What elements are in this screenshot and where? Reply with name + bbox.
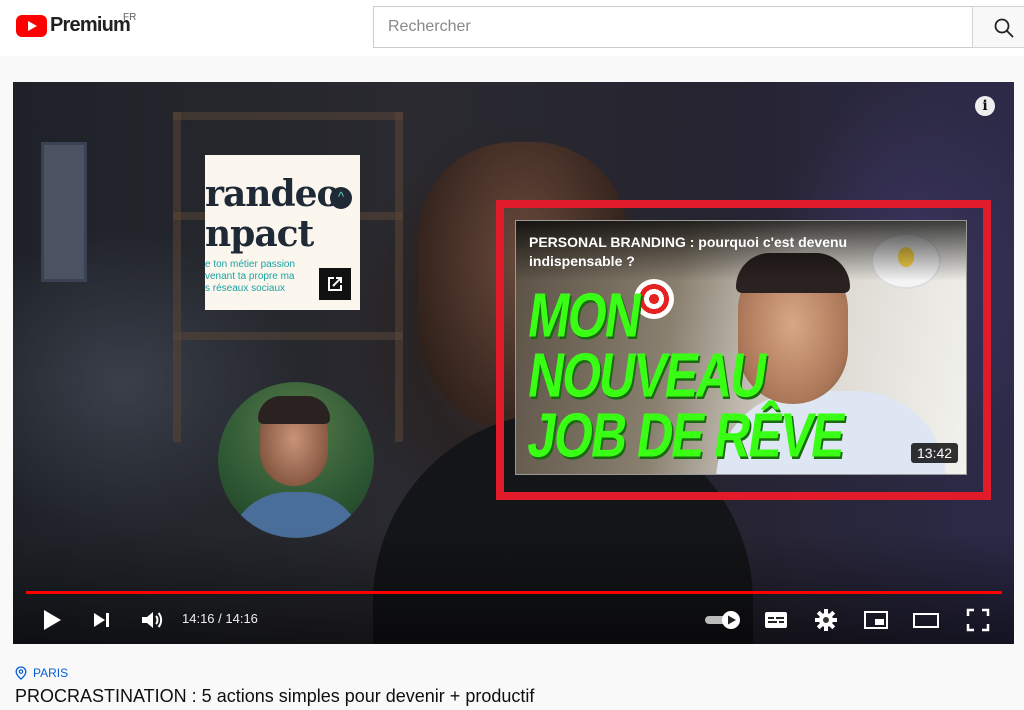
wall-picture (41, 142, 87, 282)
youtube-premium-logo[interactable]: Premium (16, 14, 131, 37)
search-button[interactable] (972, 6, 1024, 48)
autoplay-toggle[interactable] (703, 605, 747, 635)
shelf (173, 112, 181, 442)
video-player[interactable]: i randeo ^ npact e ton métier passion ve… (13, 82, 1014, 644)
next-icon[interactable] (87, 605, 117, 635)
sponsor-card[interactable]: randeo ^ npact e ton métier passion vena… (205, 155, 360, 310)
volume-icon[interactable] (137, 605, 167, 635)
sponsor-text-line2: npact (205, 213, 314, 255)
country-code: FR (123, 12, 137, 23)
endscreen-video-title: PERSONAL BRANDING : pourquoi c'est deven… (529, 234, 848, 269)
endscreen-video-card[interactable]: PERSONAL BRANDING : pourquoi c'est deven… (515, 220, 967, 475)
search-input[interactable]: Rechercher (373, 6, 973, 48)
channel-avatar[interactable] (218, 382, 374, 538)
thumbnail-text: JOB DE RÊVE (523, 400, 849, 471)
info-icon[interactable]: i (975, 96, 995, 116)
time-display: 14:16 / 14:16 (182, 611, 258, 626)
video-title: PROCRASTINATION : 5 actions simples pour… (15, 686, 535, 706)
logo-text: Premium (50, 14, 131, 36)
external-link-icon[interactable] (319, 268, 351, 300)
shelf (173, 332, 403, 340)
search-placeholder: Rechercher (388, 18, 471, 35)
sponsor-small-text: s réseaux sociaux (205, 283, 286, 294)
theater-mode-icon[interactable] (911, 605, 941, 635)
avatar-hair (258, 396, 330, 424)
sponsor-small-text: e ton métier passion (205, 259, 296, 270)
shelf (395, 112, 403, 442)
sponsor-small-text: venant ta propre ma (205, 271, 295, 282)
duration-badge: 13:42 (911, 443, 959, 463)
location-pin-icon (15, 666, 27, 680)
subtitles-icon[interactable] (761, 605, 791, 635)
location-tag[interactable]: PARIS (15, 666, 68, 680)
top-bar: Premium FR Rechercher (0, 0, 1024, 56)
shelf (173, 112, 403, 120)
youtube-logo-icon (16, 14, 47, 37)
location-label: PARIS (33, 666, 69, 680)
progress-bar[interactable] (26, 591, 1002, 594)
search-icon (994, 18, 1014, 38)
settings-gear-icon[interactable] (811, 605, 841, 635)
chevron-up-icon: ^ (330, 187, 352, 209)
play-icon[interactable] (37, 605, 67, 635)
miniplayer-icon[interactable] (861, 605, 891, 635)
sponsor-text-line1: randeo (205, 173, 341, 215)
fullscreen-icon[interactable] (963, 605, 993, 635)
